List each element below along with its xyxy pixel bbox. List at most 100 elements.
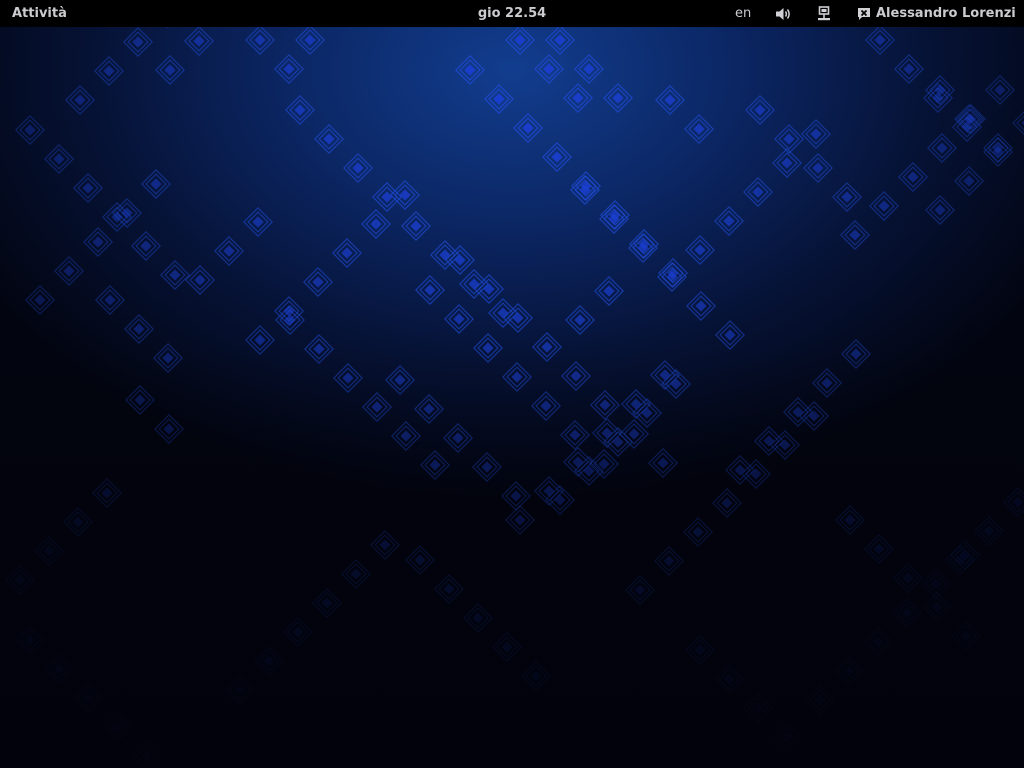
wallpaper-tile xyxy=(401,211,431,241)
wallpaper-tile xyxy=(472,452,502,482)
wallpaper-tile xyxy=(521,661,551,691)
wallpaper-tile xyxy=(840,220,870,250)
wallpaper-tile xyxy=(295,25,325,55)
wallpaper-tile xyxy=(102,712,132,742)
wallpaper-tile xyxy=(333,363,363,393)
wallpaper-tile xyxy=(743,693,773,723)
wallpaper-tile xyxy=(332,238,362,268)
wallpaper-tile xyxy=(561,361,591,391)
wallpaper-tile xyxy=(560,420,590,450)
wallpaper-tile xyxy=(63,507,93,537)
wallpaper-tile xyxy=(983,137,1013,167)
wallpaper-tile xyxy=(123,27,153,57)
wallpaper-tile xyxy=(274,54,304,84)
wallpaper-tile xyxy=(34,536,64,566)
wallpaper-tile xyxy=(925,195,955,225)
wallpaper-pattern xyxy=(5,0,1024,768)
wallpaper-tile xyxy=(505,25,535,55)
wallpaper-tile xyxy=(131,231,161,261)
wallpaper-tile xyxy=(243,207,273,237)
wallpaper-tile xyxy=(25,285,55,315)
wallpaper-tile xyxy=(154,414,184,444)
wallpaper-tile xyxy=(812,368,842,398)
wallpaper-tile xyxy=(574,54,604,84)
wallpaper-tile xyxy=(1012,108,1024,138)
wallpaper-tile xyxy=(94,56,124,86)
wallpaper-tile xyxy=(160,260,190,290)
wallpaper-tile xyxy=(155,55,185,85)
wallpaper-tile xyxy=(685,235,715,265)
wallpaper-tile xyxy=(892,598,922,628)
wallpaper-tile xyxy=(92,478,122,508)
wallpaper-tile xyxy=(443,423,473,453)
wallpaper-tile xyxy=(683,517,713,547)
wallpaper-tile xyxy=(743,177,773,207)
wallpaper-tile xyxy=(415,275,445,305)
wallpaper-tile xyxy=(741,459,771,489)
wallpaper-tile xyxy=(603,83,633,113)
wallpaper-tile xyxy=(772,148,802,178)
wallpaper-tile xyxy=(390,180,420,210)
wallpaper-tile xyxy=(545,25,575,55)
wallpaper-tile xyxy=(834,656,864,686)
wallpaper-tile xyxy=(254,646,284,676)
wallpaper-tile xyxy=(304,334,334,364)
wallpaper-tile xyxy=(832,182,862,212)
wallpaper-tile xyxy=(863,627,893,657)
user-name: Alessandro Lorenzi xyxy=(876,6,1016,21)
wallpaper-tile xyxy=(686,291,716,321)
wallpaper-tile xyxy=(245,25,275,55)
wallpaper-tile xyxy=(625,575,655,605)
wallpaper-tile xyxy=(864,534,894,564)
wallpaper-tile xyxy=(391,421,421,451)
wallpaper-tile xyxy=(492,632,522,662)
keyboard-layout-indicator[interactable]: en xyxy=(735,0,751,27)
wallpaper-tile xyxy=(715,320,745,350)
wallpaper-tile xyxy=(303,267,333,297)
wallpaper-tile xyxy=(565,305,595,335)
wallpaper-tile xyxy=(805,685,835,715)
wallpaper-tile xyxy=(865,25,895,55)
wallpaper-tile xyxy=(185,265,215,295)
user-busy-icon xyxy=(856,5,872,21)
wallpaper-tile xyxy=(283,617,313,647)
activities-button[interactable]: Attività xyxy=(12,0,67,27)
desktop[interactable] xyxy=(0,0,1024,768)
wallpaper-tile xyxy=(484,84,514,114)
wallpaper-tile xyxy=(893,563,923,593)
volume-icon[interactable] xyxy=(775,5,793,21)
wallpaper-tile xyxy=(225,675,255,705)
wallpaper-tile xyxy=(774,124,804,154)
wallpaper-tile xyxy=(745,95,775,125)
wallpaper-tile xyxy=(684,114,714,144)
wallpaper-tile xyxy=(44,144,74,174)
network-icon[interactable] xyxy=(816,5,832,21)
wallpaper-tile xyxy=(589,449,619,479)
wallpaper-tile xyxy=(655,85,685,115)
wallpaper-tile xyxy=(532,332,562,362)
wallpaper-tile xyxy=(685,635,715,665)
wallpaper-tile xyxy=(463,603,493,633)
wallpaper-tile xyxy=(385,365,415,395)
wallpaper-tile xyxy=(420,450,450,480)
wallpaper-tile xyxy=(898,162,928,192)
wallpaper-tile xyxy=(869,191,899,221)
wallpaper-tile xyxy=(73,683,103,713)
wallpaper-tile xyxy=(985,75,1015,105)
wallpaper-tile xyxy=(343,153,373,183)
wallpaper-tile xyxy=(712,488,742,518)
wallpaper-tile xyxy=(214,236,244,266)
wallpaper-tile xyxy=(405,545,435,575)
wallpaper-tile xyxy=(65,85,95,115)
wallpaper-tile xyxy=(1003,487,1024,517)
wallpaper-tile xyxy=(513,113,543,143)
wallpaper-tile xyxy=(502,362,532,392)
wallpaper-tile xyxy=(54,256,84,286)
wallpaper-tile xyxy=(927,133,957,163)
volume-high-icon xyxy=(776,8,790,20)
wallpaper-tile xyxy=(473,333,503,363)
wallpaper-tile xyxy=(542,142,572,172)
clock-button[interactable]: gio 22.54 xyxy=(478,6,546,21)
wallpaper-tile xyxy=(314,124,344,154)
wallpaper-tile xyxy=(124,314,154,344)
